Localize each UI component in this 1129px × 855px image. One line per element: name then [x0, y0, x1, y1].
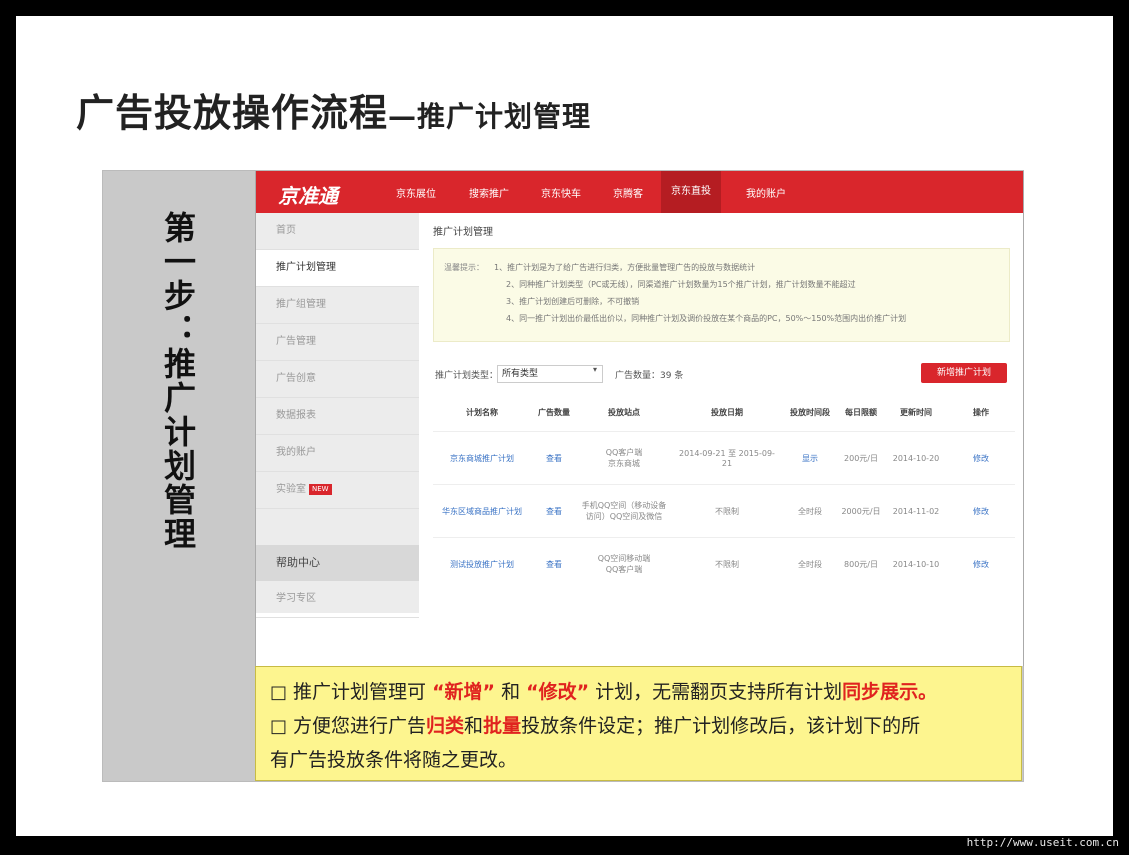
caption-highlight: “新增” [432, 681, 496, 703]
site-cell: QQ客户端 京东商城 [577, 431, 671, 485]
date-cell: 不限制 [671, 537, 783, 590]
campaign-name-link[interactable]: 测试投放推广计划 [433, 537, 531, 590]
notice-line: 2、同种推广计划类型（PC或无线），同渠道推广计划数量为15个推广计划，推广计划… [506, 280, 856, 289]
slide-title: 广告投放操作流程—推广计划管理 [76, 82, 591, 137]
chevron-down-icon: ▾ [593, 365, 598, 374]
app-logo: 京准通 [278, 184, 338, 208]
caption-text: 和 [495, 681, 527, 703]
watermark: http://www.useit.com.cn [966, 836, 1119, 849]
table-row: 测试投放推广计划 查看 QQ空间移动端 QQ客户端 不限制 全时段 800元/日… [433, 537, 1015, 590]
step-label: 第一步：推广计划管理 [159, 211, 197, 551]
sidebar-item-groups[interactable]: 推广组管理 [256, 287, 419, 324]
timeslot-cell: 全时段 [783, 484, 837, 538]
sidebar-item-learning[interactable]: 学习专区 [256, 581, 419, 618]
top-nav: 京准通 京东展位 搜索推广 京东快车 京腾客 京东直投 我的账户 [256, 171, 1023, 213]
budget-cell: 800元/日 [837, 537, 885, 590]
budget-cell: 2000元/日 [837, 484, 885, 538]
timeslot-link[interactable]: 显示 [783, 431, 837, 485]
app-screenshot: 京准通 京东展位 搜索推广 京东快车 京腾客 京东直投 我的账户 首页 推广计划… [255, 171, 1024, 666]
budget-cell: 200元/日 [837, 431, 885, 485]
table-row: 华东区域商品推广计划 查看 手机QQ空间（移动设备访问）QQ空间及微信 不限制 … [433, 484, 1015, 538]
caption-highlight: 同步展示。 [842, 681, 938, 703]
slide: 广告投放操作流程—推广计划管理 第一步：推广计划管理 京准通 京东展位 搜索推广… [16, 16, 1113, 836]
notice-label: 温馨提示： [444, 263, 484, 272]
updated-cell: 2014-10-20 [885, 431, 947, 485]
date-cell: 不限制 [671, 484, 783, 538]
nav-item-2[interactable]: 京东快车 [541, 185, 581, 200]
filter-bar: 推广计划类型： 所有类型 ▾ 广告数量：39 条 新增推广计划 [435, 363, 1015, 385]
caption-highlight: “修改” [526, 681, 590, 703]
content-frame: 第一步：推广计划管理 京准通 京东展位 搜索推广 京东快车 京腾客 京东直投 我… [102, 170, 1024, 782]
caption-line-1: □ 推广计划管理可 “新增” 和 “修改” 计划，无需翻页支持所有计划同步展示。 [270, 677, 937, 704]
caption-text: 和 [464, 715, 484, 737]
sidebar-item-creatives[interactable]: 广告创意 [256, 361, 419, 398]
sidebar-item-lab-label: 实验室 [276, 484, 306, 495]
ad-count: 广告数量：39 条 [615, 371, 684, 381]
edit-link[interactable]: 修改 [947, 537, 1015, 590]
add-campaign-button[interactable]: 新增推广计划 [921, 363, 1007, 383]
caption-text: 计划，无需翻页支持所有计划 [589, 681, 843, 703]
nav-item-5[interactable]: 我的账户 [746, 185, 786, 200]
sidebar-item-ads[interactable]: 广告管理 [256, 324, 419, 361]
help-center-header: 帮助中心 [256, 545, 419, 581]
campaign-table: 计划名称 广告数量 投放站点 投放日期 投放时间段 每日限额 更新时间 操作 京 [433, 393, 1015, 590]
timeslot-cell: 全时段 [783, 537, 837, 590]
edit-link[interactable]: 修改 [947, 484, 1015, 538]
breadcrumb: 推广计划管理 [433, 227, 493, 238]
sidebar-item-lab[interactable]: 实验室 NEW [256, 472, 419, 509]
campaign-name-link[interactable]: 京东商城推广计划 [433, 431, 531, 485]
date-cell: 2014-09-21 至 2015-09-21 [671, 431, 783, 485]
nav-item-3[interactable]: 京腾客 [613, 185, 643, 200]
notice-box: 温馨提示： 1、推广计划是为了给广告进行归类，方便批量管理广告的投放与数据统计 … [433, 248, 1010, 342]
sidebar-item-home[interactable]: 首页 [256, 213, 419, 250]
col-header: 每日限额 [845, 407, 877, 417]
view-ads-link[interactable]: 查看 [531, 484, 577, 538]
notice-line: 4、同一推广计划出价最低出价以，同种推广计划及调价投放在某个商品的PC，50%～… [506, 314, 907, 323]
view-ads-link[interactable]: 查看 [531, 431, 577, 485]
col-header: 操作 [973, 407, 989, 417]
caption-highlight: 归类 [426, 715, 465, 737]
col-header: 投放日期 [711, 407, 743, 417]
updated-cell: 2014-11-02 [885, 484, 947, 538]
site-cell: QQ空间移动端 QQ客户端 [577, 537, 671, 590]
table-row: 京东商城推广计划 查看 QQ客户端 京东商城 2014-09-21 至 2015… [433, 431, 1015, 485]
notice-line: 3、推广计划创建后可删除，不可撤销 [506, 297, 640, 306]
caption-highlight: 批量 [483, 715, 522, 737]
caption-text: 方便您进行广告 [293, 715, 427, 737]
filter-label: 推广计划类型： [435, 371, 499, 381]
updated-cell: 2014-10-10 [885, 537, 947, 590]
col-header: 计划名称 [466, 407, 498, 417]
col-header: 更新时间 [900, 407, 932, 417]
title-sub: —推广计划管理 [388, 100, 592, 133]
view-ads-link[interactable]: 查看 [531, 537, 577, 590]
sidebar-item-account[interactable]: 我的账户 [256, 435, 419, 472]
edit-link[interactable]: 修改 [947, 431, 1015, 485]
site-cell: 手机QQ空间（移动设备访问）QQ空间及微信 [577, 484, 671, 538]
title-main: 广告投放操作流程 [76, 91, 389, 135]
nav-item-4[interactable]: 京东直投 [661, 171, 721, 213]
nav-item-0[interactable]: 京东展位 [396, 185, 436, 200]
sidebar-item-reports[interactable]: 数据报表 [256, 398, 419, 435]
caption-line-3: 有广告投放条件将随之更改。 [270, 749, 518, 771]
notice-line: 1、推广计划是为了给广告进行归类，方便批量管理广告的投放与数据统计 [494, 263, 756, 272]
table-header-row: 计划名称 广告数量 投放站点 投放日期 投放时间段 每日限额 更新时间 操作 [433, 393, 1015, 432]
caption-box: □ 推广计划管理可 “新增” 和 “修改” 计划，无需翻页支持所有计划同步展示。 … [255, 666, 1022, 781]
caption-line-2: □ 方便您进行广告归类和批量投放条件设定；推广计划修改后，该计划下的所 [270, 711, 920, 738]
checkbox-square-icon: □ [270, 682, 288, 703]
col-header: 广告数量 [538, 407, 570, 417]
new-badge: NEW [309, 483, 332, 495]
sidebar: 首页 推广计划管理 推广组管理 广告管理 广告创意 数据报表 我的账户 实验室 N… [256, 213, 419, 618]
caption-text: 投放条件设定；推广计划修改后，该计划下的所 [521, 715, 921, 737]
sidebar-item-campaigns[interactable]: 推广计划管理 [256, 250, 419, 287]
notice-lines: 1、推广计划是为了给广告进行归类，方便批量管理广告的投放与数据统计 2、同种推广… [494, 259, 906, 327]
col-header: 投放站点 [608, 407, 640, 417]
checkbox-square-icon: □ [270, 716, 288, 737]
main-panel: 推广计划管理 温馨提示： 1、推广计划是为了给广告进行归类，方便批量管理广告的投… [419, 213, 1019, 613]
campaign-type-select[interactable]: 所有类型 [497, 365, 603, 383]
nav-item-1[interactable]: 搜索推广 [469, 185, 509, 200]
col-header: 投放时间段 [790, 407, 830, 417]
caption-text: 推广计划管理可 [293, 681, 433, 703]
campaign-name-link[interactable]: 华东区域商品推广计划 [433, 484, 531, 538]
